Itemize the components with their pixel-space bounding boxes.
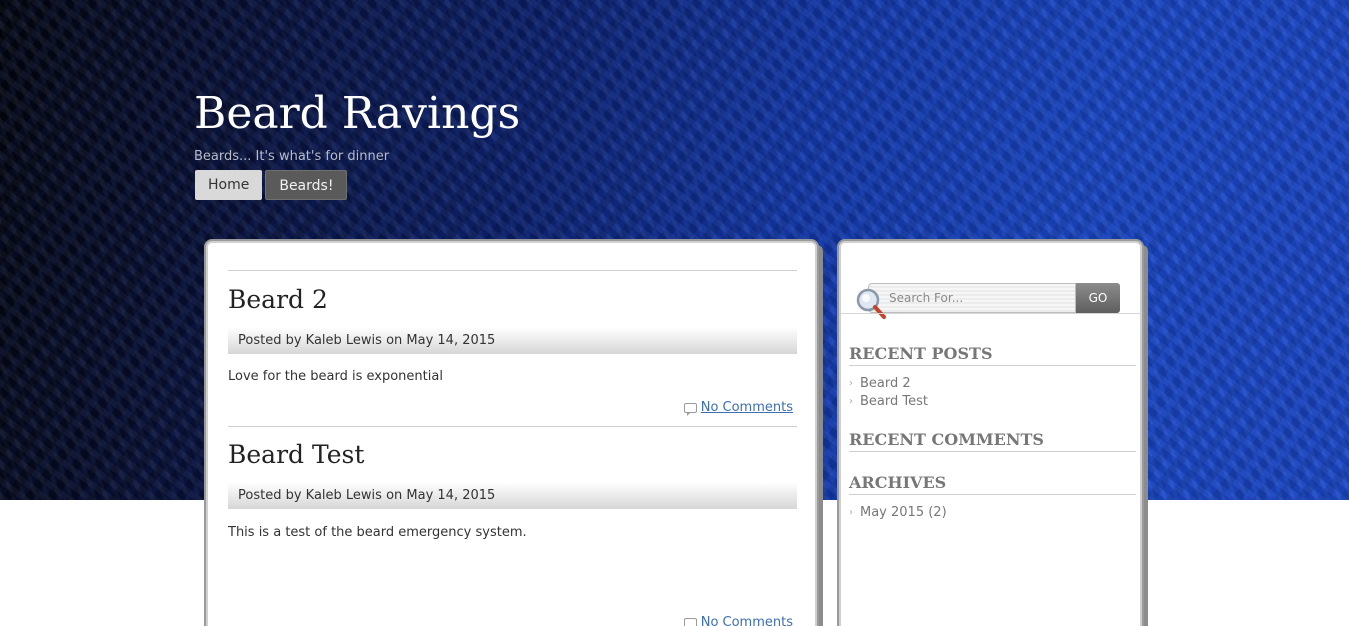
divider xyxy=(228,270,797,271)
sidebar-panel: Search For... GO RECENT POSTS › Beard 2 … xyxy=(839,241,1142,626)
search-form: Search For... GO xyxy=(854,283,1120,319)
recent-post-item[interactable]: › Beard 2 xyxy=(849,374,928,392)
post-comments: No Comments xyxy=(683,400,793,416)
search-go-button[interactable]: GO xyxy=(1076,283,1120,313)
comment-bubble-icon xyxy=(683,402,697,416)
recent-post-item[interactable]: › Beard Test xyxy=(849,392,928,410)
nav-beards-button[interactable]: Beards! xyxy=(265,170,348,200)
arrow-right-icon: › xyxy=(849,395,853,407)
main-content-panel: Beard 2 Posted by Kaleb Lewis on May 14,… xyxy=(206,241,817,626)
archive-item[interactable]: › May 2015 (2) xyxy=(849,503,947,521)
post-meta: Posted by Kaleb Lewis on May 14, 2015 xyxy=(228,482,797,509)
recent-posts-list: › Beard 2 › Beard Test xyxy=(849,374,928,410)
arrow-right-icon: › xyxy=(849,377,853,389)
post-meta: Posted by Kaleb Lewis on May 14, 2015 xyxy=(228,327,797,354)
magnifier-icon xyxy=(856,288,886,319)
site-title[interactable]: Beard Ravings xyxy=(194,88,520,139)
post-title[interactable]: Beard 2 xyxy=(228,285,328,314)
comments-link[interactable]: No Comments xyxy=(701,615,793,626)
post-title[interactable]: Beard Test xyxy=(228,440,364,469)
recent-post-label: Beard Test xyxy=(860,393,928,409)
divider xyxy=(841,313,1140,314)
post-body: Love for the beard is exponential xyxy=(228,369,443,384)
post-comments: No Comments xyxy=(683,615,793,626)
comments-link[interactable]: No Comments xyxy=(701,400,793,415)
site-tagline: Beards... It's what's for dinner xyxy=(194,149,390,164)
arrow-right-icon: › xyxy=(849,506,853,518)
recent-posts-title: RECENT POSTS xyxy=(849,344,1136,366)
main-nav: Home Beards! xyxy=(195,170,348,200)
post-body: This is a test of the beard emergency sy… xyxy=(228,525,527,540)
comment-bubble-icon xyxy=(683,617,697,626)
archives-title: ARCHIVES xyxy=(849,473,1136,495)
archive-label: May 2015 (2) xyxy=(860,504,947,520)
recent-comments-title: RECENT COMMENTS xyxy=(849,430,1136,452)
divider xyxy=(228,426,797,427)
archives-list: › May 2015 (2) xyxy=(849,503,947,521)
recent-post-label: Beard 2 xyxy=(860,375,911,391)
nav-home-button[interactable]: Home xyxy=(195,170,263,200)
search-input[interactable]: Search For... xyxy=(868,283,1076,313)
